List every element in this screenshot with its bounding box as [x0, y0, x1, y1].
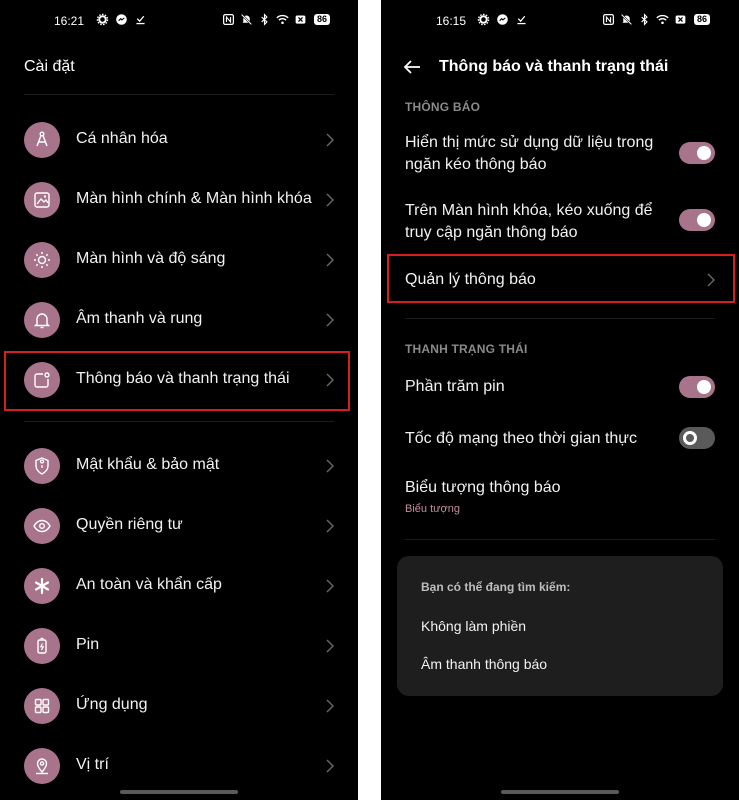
settings-item-label: Quyền riêng tư	[76, 516, 183, 533]
row-label-line: Trên Màn hình khóa, kéo xuống để	[405, 202, 653, 219]
settings-item-sound-vibration[interactable]: Âm thanh và rung	[0, 295, 358, 345]
settings-item-label: Cá nhân hóa	[76, 130, 168, 147]
section-header-status-bar: THANH TRẠNG THÁI	[405, 342, 528, 356]
nfc-icon	[222, 13, 235, 26]
status-time: 16:21	[54, 14, 85, 28]
back-arrow-icon[interactable]	[401, 56, 423, 78]
location-icon	[24, 748, 60, 784]
highlight-box	[4, 351, 350, 411]
privacy-eye-icon	[24, 508, 60, 544]
emergency-icon	[24, 568, 60, 604]
network-speed-toggle[interactable]	[679, 427, 715, 449]
settings-item-home-lock-screen[interactable]: Màn hình chính & Màn hình khóa	[0, 175, 358, 225]
settings-screen: 16:21 86 Cài đặt Cá nhân hóa Màn hình ch…	[0, 0, 358, 800]
wifi-icon	[276, 13, 289, 26]
row-sublabel: Biểu tượng	[405, 503, 460, 515]
gesture-nav-bar[interactable]	[501, 790, 619, 794]
row-label: Trên Màn hình khóa, kéo xuống để truy cậ…	[405, 200, 653, 244]
chevron-right-icon	[325, 758, 335, 774]
page-title: Thông báo và thanh trạng thái	[439, 58, 669, 75]
toggle-knob	[697, 146, 711, 160]
no-sim-icon	[674, 13, 687, 26]
gesture-nav-bar[interactable]	[120, 790, 238, 794]
personalization-icon	[24, 122, 60, 158]
status-time: 16:15	[436, 14, 467, 28]
gear-icon	[96, 13, 109, 26]
settings-item-label: Vị trí	[76, 756, 109, 773]
divider	[24, 421, 334, 422]
brightness-icon	[24, 242, 60, 278]
lockscreen-pulldown-toggle[interactable]	[679, 209, 715, 231]
status-bar: 16:15 86	[381, 12, 739, 32]
chevron-right-icon	[325, 698, 335, 714]
messenger-icon	[115, 13, 128, 26]
row-label: Hiển thị mức sử dụng dữ liệu trong ngăn …	[405, 132, 653, 176]
battery-icon	[24, 628, 60, 664]
chevron-right-icon	[325, 518, 335, 534]
settings-item-label: Pin	[76, 636, 100, 653]
page-title: Cài đặt	[24, 58, 75, 75]
toggle-knob	[683, 431, 697, 445]
row-label-line: Hiển thị mức sử dụng dữ liệu trong	[405, 134, 654, 151]
row-label: Phần trăm pin	[405, 378, 505, 395]
row-label: Tốc độ mạng theo thời gian thực	[405, 430, 637, 447]
settings-item-apps[interactable]: Ứng dụng	[0, 681, 358, 731]
toggle-knob	[697, 380, 711, 394]
nfc-icon	[602, 13, 615, 26]
messenger-icon	[496, 13, 509, 26]
settings-item-location[interactable]: Vị trí	[0, 741, 358, 791]
chevron-right-icon	[325, 578, 335, 594]
chevron-right-icon	[325, 132, 335, 148]
divider	[405, 318, 715, 319]
status-bar: 16:21 86	[0, 12, 358, 32]
settings-item-personalization[interactable]: Cá nhân hóa	[0, 115, 358, 165]
highlight-box	[387, 254, 735, 303]
download-done-icon	[134, 13, 147, 26]
no-sim-icon	[294, 13, 307, 26]
image-icon	[24, 182, 60, 218]
battery-level: 86	[694, 14, 711, 25]
battery-percent-toggle[interactable]	[679, 376, 715, 398]
suggestions-title: Bạn có thể đang tìm kiếm:	[421, 580, 571, 594]
wifi-icon	[656, 13, 669, 26]
download-done-icon	[515, 13, 528, 26]
settings-item-label: Âm thanh và rung	[76, 310, 203, 327]
row-label: Biểu tượng thông báo	[405, 479, 561, 496]
mute-icon	[240, 13, 253, 26]
notifications-screen: 16:15 86 Thông báo và thanh trạng thái T…	[381, 0, 739, 800]
mute-icon	[620, 13, 633, 26]
apps-grid-icon	[24, 688, 60, 724]
toggle-knob	[697, 213, 711, 227]
settings-item-privacy[interactable]: Quyền riêng tư	[0, 501, 358, 551]
battery-level: 86	[314, 14, 331, 25]
settings-item-password-security[interactable]: Mật khẩu & bảo mật	[0, 441, 358, 491]
settings-item-label: Ứng dụng	[76, 696, 148, 713]
shield-icon	[24, 448, 60, 484]
chevron-right-icon	[325, 638, 335, 654]
settings-item-safety-emergency[interactable]: An toàn và khẩn cấp	[0, 561, 358, 611]
settings-item-label: Mật khẩu & bảo mật	[76, 456, 220, 473]
settings-item-label: An toàn và khẩn cấp	[76, 576, 222, 593]
chevron-right-icon	[325, 252, 335, 268]
gear-icon	[477, 13, 490, 26]
suggestion-notification-sound[interactable]: Âm thanh thông báo	[421, 656, 547, 672]
chevron-right-icon	[325, 312, 335, 328]
chevron-right-icon	[325, 458, 335, 474]
divider	[405, 539, 715, 540]
chevron-right-icon	[325, 192, 335, 208]
data-usage-toggle[interactable]	[679, 142, 715, 164]
suggestion-do-not-disturb[interactable]: Không làm phiền	[421, 618, 526, 634]
settings-item-label: Màn hình chính & Màn hình khóa	[76, 190, 312, 207]
bell-icon	[24, 302, 60, 338]
settings-item-battery[interactable]: Pin	[0, 621, 358, 671]
divider	[24, 94, 334, 95]
bluetooth-icon	[258, 13, 271, 26]
bluetooth-icon	[638, 13, 651, 26]
suggestions-card: Bạn có thể đang tìm kiếm: Không làm phiề…	[397, 556, 723, 696]
settings-item-display-brightness[interactable]: Màn hình và độ sáng	[0, 235, 358, 285]
section-header-notifications: THÔNG BÁO	[405, 100, 481, 114]
row-label-line: ngăn kéo thông báo	[405, 156, 547, 173]
row-label-line: truy cập ngăn thông báo	[405, 224, 578, 241]
settings-item-label: Màn hình và độ sáng	[76, 250, 226, 267]
